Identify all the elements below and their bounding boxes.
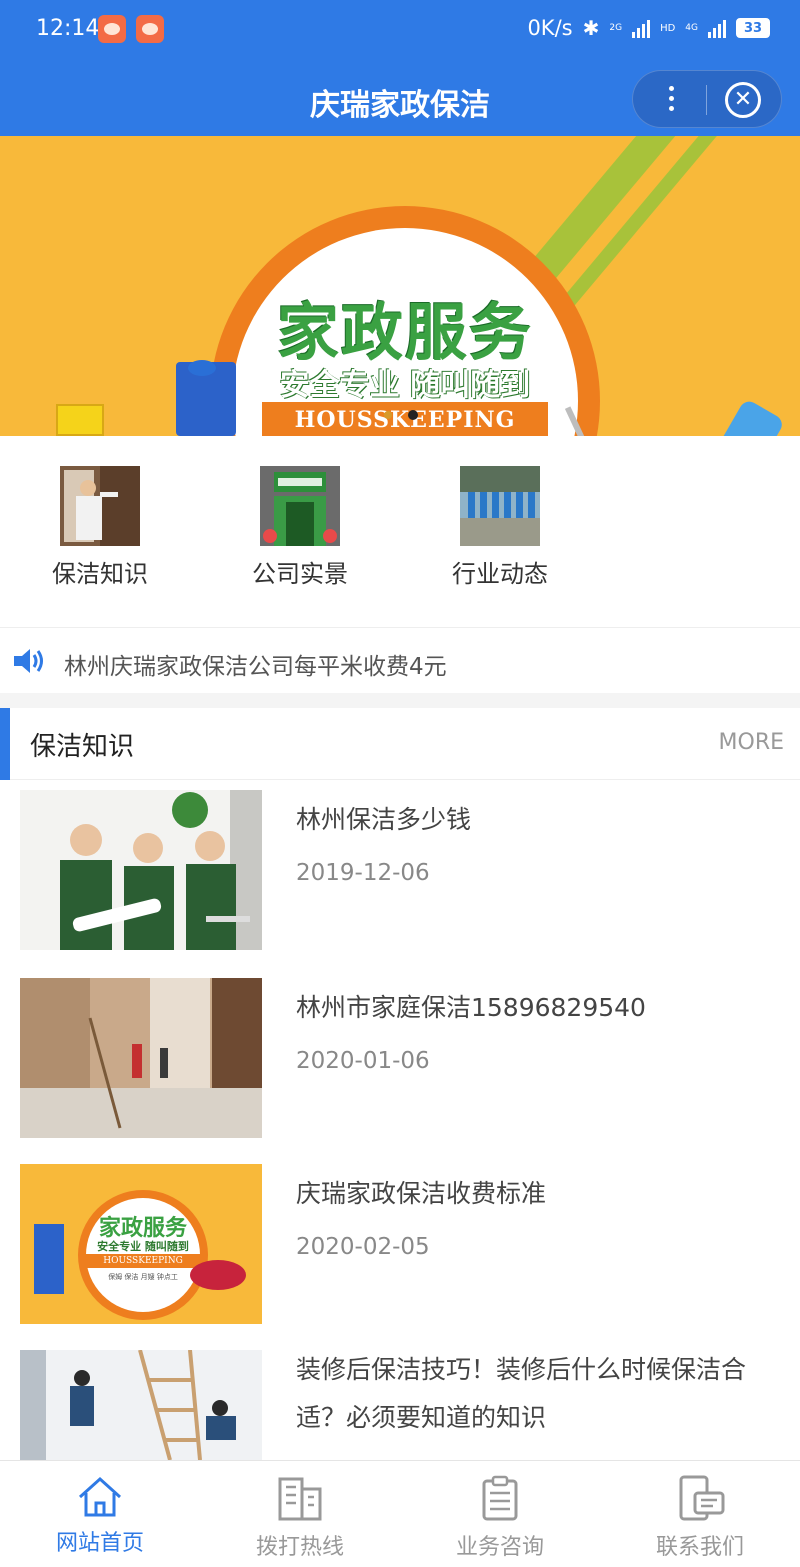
- quick-link-company[interactable]: 公司实景: [200, 466, 400, 589]
- quick-link-label: 行业动态: [452, 560, 548, 588]
- article-thumbnail: [20, 1350, 262, 1460]
- signal-icon: [632, 18, 651, 38]
- title-bar: 庆瑞家政保洁 ✕: [0, 62, 800, 136]
- cleaning-photo: [60, 466, 140, 546]
- thumb-ribbon: HOUSSKEEPING: [86, 1254, 200, 1268]
- article-title: 林州保洁多少钱: [296, 805, 472, 834]
- quick-link-label: 公司实景: [252, 560, 348, 588]
- bottom-tab-bar: 网站首页 拨打热线 业务咨询 联系我们: [0, 1460, 800, 1567]
- notice-bar[interactable]: 林州庆瑞家政保洁公司每平米收费4元: [0, 627, 800, 693]
- quick-link-news[interactable]: 行业动态: [400, 466, 600, 589]
- article-thumbnail: [20, 978, 262, 1138]
- article-thumbnail: [20, 790, 262, 950]
- tab-contact[interactable]: 联系我们: [600, 1461, 800, 1567]
- thumb-decoration: [190, 1260, 246, 1290]
- article-thumbnail: 家政服务 安全专业 随叫随到 HOUSSKEEPING 保姆 保洁 月嫂 钟点工: [20, 1164, 262, 1324]
- net-speed: 0K/s: [527, 16, 573, 40]
- status-time: 12:14: [36, 16, 100, 41]
- section-accent-bar: [0, 708, 10, 780]
- bucket-illustration: [56, 404, 104, 436]
- tab-label: 拨打热线: [255, 1535, 344, 1560]
- thumb-slogan: 安全专业 随叫随到: [97, 1240, 189, 1253]
- team-photo: [460, 466, 540, 546]
- article-title: 庆瑞家政保洁收费标准: [296, 1179, 547, 1208]
- battery-icon: 33: [736, 18, 770, 38]
- thumb-decoration: [34, 1224, 64, 1294]
- phone-contact-icon: [679, 1475, 725, 1521]
- tab-label: 业务咨询: [455, 1535, 544, 1560]
- banner-carousel[interactable]: 家政服务 安全专业 随叫随到 HOUSSKEEPING: [0, 136, 800, 436]
- speaker-icon: [14, 649, 43, 673]
- app-notification-icon: [98, 15, 126, 43]
- more-vertical-icon[interactable]: [661, 83, 681, 117]
- close-circle-icon[interactable]: ✕: [725, 82, 761, 118]
- office-photo: [260, 466, 340, 546]
- signal-icon: [708, 18, 726, 38]
- list-item[interactable]: 林州市家庭保洁15896829540 2020-01-06: [0, 968, 800, 1154]
- list-item[interactable]: 装修后保洁技巧！装修后什么时候保洁合适？必须要知道的知识: [0, 1340, 800, 1460]
- section-header: 保洁知识 MORE: [0, 708, 800, 780]
- notice-text: 林州庆瑞家政保洁公司每平米收费4元: [64, 654, 447, 680]
- mini-program-capsule: ✕: [632, 70, 782, 128]
- carousel-dot[interactable]: [384, 411, 392, 419]
- article-date: 2020-02-05: [296, 1234, 430, 1260]
- article-title: 林州市家庭保洁15896829540: [296, 993, 646, 1022]
- clipboard-icon: [482, 1475, 518, 1521]
- network-label: 2G: [609, 22, 623, 33]
- carousel-dot-active[interactable]: [408, 410, 418, 420]
- bluetooth-icon: ✱: [582, 16, 600, 40]
- list-item[interactable]: 家政服务 安全专业 随叫随到 HOUSSKEEPING 保姆 保洁 月嫂 钟点工…: [0, 1154, 800, 1340]
- tab-label: 网站首页: [55, 1531, 144, 1556]
- quick-link-cleaning[interactable]: 保洁知识: [0, 466, 200, 589]
- tab-consult[interactable]: 业务咨询: [400, 1461, 600, 1567]
- tab-label: 联系我们: [655, 1535, 744, 1560]
- spray-bottle-illustration: [704, 397, 786, 436]
- status-bar: 12:14 0K/s ✱ 2G HD 4G 33: [0, 0, 800, 62]
- app-notification-icon: [136, 15, 164, 43]
- home-icon: [78, 1476, 122, 1517]
- list-item[interactable]: 林州保洁多少钱 2019-12-06: [0, 780, 800, 966]
- section-gap: [0, 693, 800, 708]
- quick-link-label: 保洁知识: [52, 560, 148, 588]
- thumb-tags: 保姆 保洁 月嫂 钟点工: [108, 1273, 178, 1281]
- article-date: 2020-01-06: [296, 1048, 430, 1074]
- mop-illustration: [188, 360, 216, 376]
- article-date: 2019-12-06: [296, 860, 430, 886]
- banner-headline: 家政服务: [276, 296, 533, 369]
- banner-slogan: 安全专业 随叫随到: [279, 368, 531, 403]
- tab-home[interactable]: 网站首页: [0, 1461, 200, 1567]
- more-link[interactable]: MORE: [719, 730, 784, 755]
- network-label: HD: [660, 22, 676, 34]
- section-title: 保洁知识: [30, 732, 135, 762]
- quick-links: 保洁知识 公司实景 行业动态: [0, 436, 800, 626]
- article-title: 装修后保洁技巧！装修后什么时候保洁合适？必须要知道的知识: [296, 1355, 747, 1432]
- building-icon: [278, 1477, 322, 1521]
- banner-ribbon: HOUSSKEEPING: [262, 402, 548, 436]
- tab-hotline[interactable]: 拨打热线: [200, 1461, 400, 1567]
- capsule-divider: [706, 85, 707, 115]
- network-label: 4G: [685, 22, 698, 33]
